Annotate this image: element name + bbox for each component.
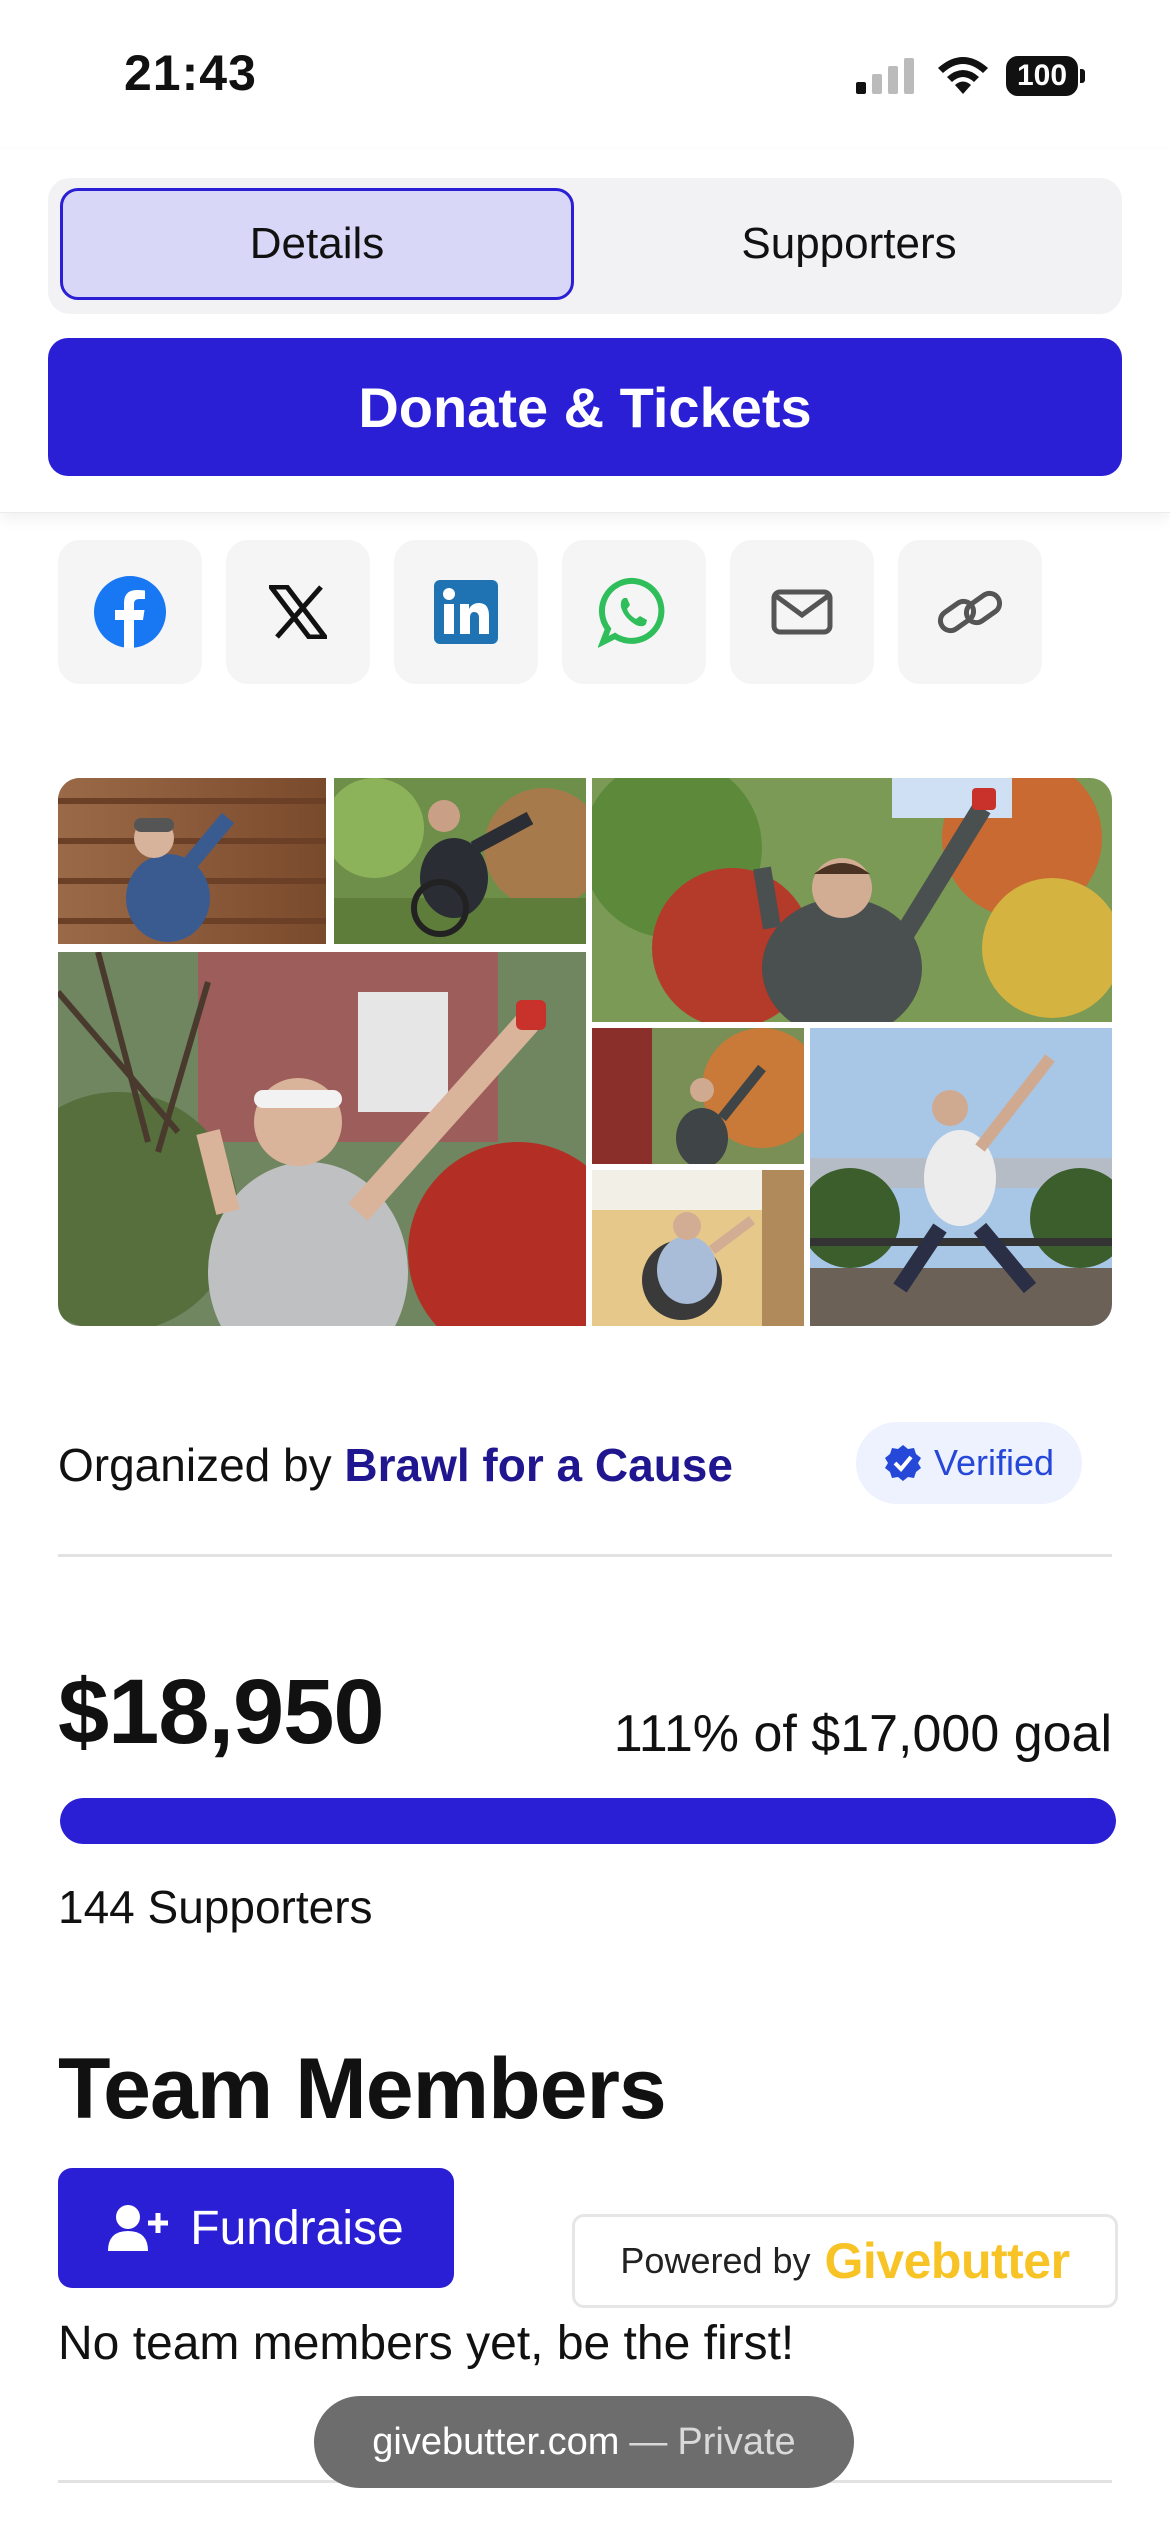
tab-supporters[interactable]: Supporters [588,188,1110,300]
organizer-name-link[interactable]: Brawl for a Cause [344,1439,733,1491]
gallery-photo[interactable] [592,1028,804,1164]
supporters-count[interactable]: 144 Supporters [58,1880,373,1934]
fundraise-label: Fundraise [190,2201,404,2255]
fundraise-button[interactable]: Fundraise [58,2168,454,2288]
status-bar: 21:43 100 [0,0,1170,150]
amount-raised: $18,950 [58,1661,385,1763]
powered-by-givebutter[interactable]: Powered by Givebutter [572,2214,1118,2308]
givebutter-logo: Givebutter [824,2233,1071,2289]
gallery-photo[interactable] [592,778,1112,1022]
battery-level: 100 [1006,56,1078,96]
share-whatsapp-button[interactable] [562,540,706,684]
linkedin-icon [434,580,498,644]
progress-bar [60,1798,1116,1844]
share-link-button[interactable] [898,540,1042,684]
no-team-members-text: No team members yet, be the first! [58,2317,795,2370]
url-private-label: Private [677,2420,796,2463]
battery-icon: 100 [1006,56,1086,96]
sticky-header: Details Supporters Donate & Tickets [0,150,1170,513]
organizer-text: Organized by Brawl for a Cause [58,1438,733,1492]
tab-details[interactable]: Details [60,188,574,300]
email-icon [771,589,833,635]
gallery-photo[interactable] [592,1170,804,1326]
url-bar[interactable]: givebutter.com — Private [314,2396,854,2488]
url-separator: — [629,2420,668,2463]
gallery-photo[interactable] [58,778,326,944]
x-icon [269,585,327,639]
url-domain: givebutter.com [372,2420,620,2463]
facebook-icon [94,576,166,648]
link-icon [937,590,1003,634]
share-email-button[interactable] [730,540,874,684]
gallery-photo[interactable] [58,952,586,1326]
divider [58,1554,1112,1557]
donate-tickets-button[interactable]: Donate & Tickets [48,338,1122,476]
signal-icon [856,58,914,94]
wifi-icon [938,57,988,94]
share-x-button[interactable] [226,540,370,684]
goal-text: 111% of $17,000 goal [613,1705,1112,1763]
gallery-photo[interactable] [334,778,586,944]
progress-fill [60,1798,1116,1844]
organizer-row: Organized by Brawl for a Cause Verified [58,1410,1112,1520]
photo-gallery[interactable] [58,778,1112,1326]
status-time: 21:43 [124,45,257,101]
verified-badge: Verified [856,1422,1082,1504]
gallery-photo[interactable] [810,1028,1112,1326]
share-linkedin-button[interactable] [394,540,538,684]
organizer-prefix: Organized by [58,1439,332,1491]
verified-label: Verified [933,1442,1055,1483]
tab-bar: Details Supporters [48,178,1122,314]
add-user-icon [108,2205,169,2251]
team-members-title: Team Members [58,2041,667,2137]
powered-by-label: Powered by [620,2240,811,2281]
share-buttons [58,540,1058,684]
whatsapp-icon [598,577,665,648]
verified-check-icon [884,1445,921,1481]
share-facebook-button[interactable] [58,540,202,684]
